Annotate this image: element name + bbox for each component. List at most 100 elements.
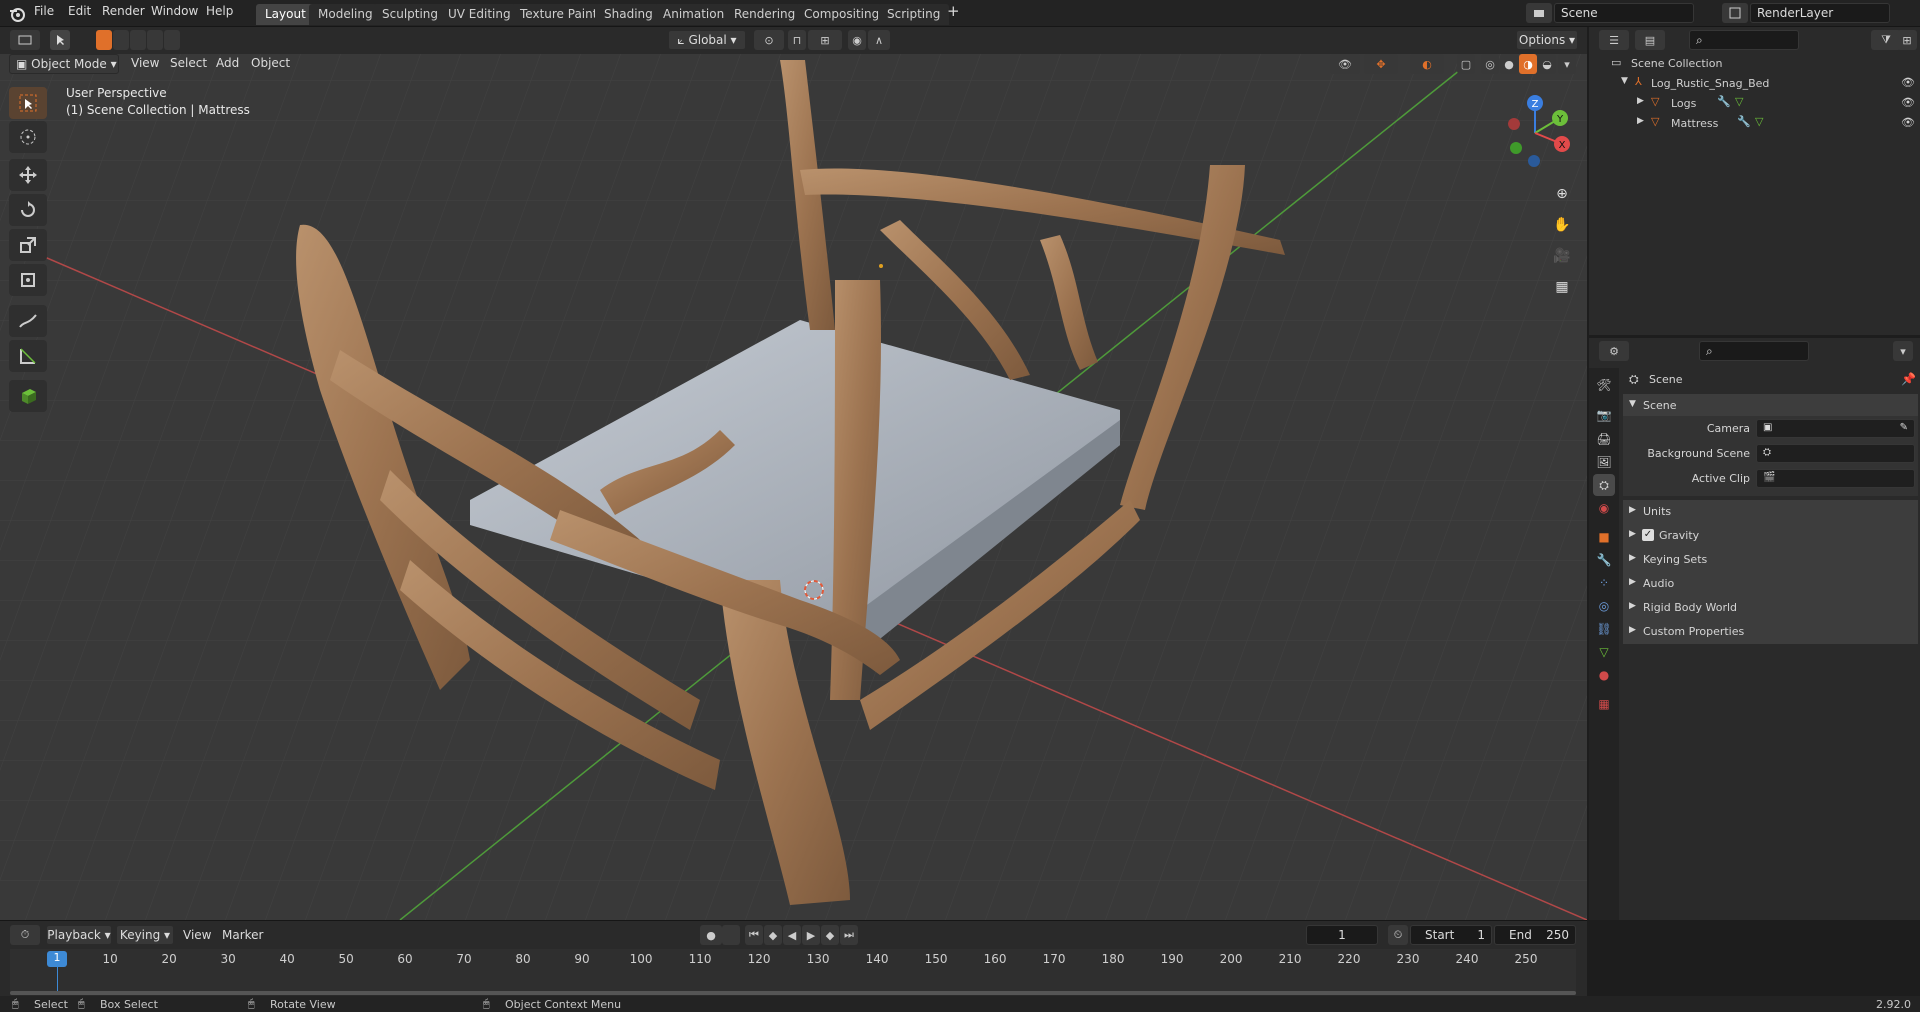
outliner-root[interactable]: ▭ Scene Collection <box>1589 53 1920 73</box>
scene-field[interactable]: Scene <box>1554 3 1694 23</box>
texture-tab-icon[interactable]: ▦ <box>1593 693 1615 715</box>
menu-select[interactable]: Select <box>170 56 207 70</box>
world-tab-icon[interactable]: ◉ <box>1593 497 1615 519</box>
menu-view[interactable]: View <box>131 56 159 70</box>
expand-chevron-icon[interactable]: ▶ <box>1637 116 1644 126</box>
3d-viewport[interactable]: User Perspective (1) Scene Collection | … <box>0 54 1587 920</box>
tab-sculpting[interactable]: Sculpting <box>373 4 448 25</box>
xray-icon[interactable]: ▢ <box>1457 54 1475 74</box>
menu-render[interactable]: Render <box>102 4 145 18</box>
tab-layout[interactable]: Layout <box>256 4 315 25</box>
keying-set-icon[interactable] <box>722 925 740 945</box>
visibility-eye-icon[interactable]: 👁 <box>1901 116 1915 129</box>
tab-modeling[interactable]: Modeling <box>309 4 382 25</box>
select-mode-intersect-icon[interactable] <box>164 30 180 50</box>
blender-logo-icon[interactable] <box>8 5 26 23</box>
outliner-item-logs[interactable]: ▶ ▽ Logs 🔧 ▽ 👁 <box>1589 93 1920 113</box>
tool-move[interactable] <box>9 159 47 191</box>
tool-cursor[interactable] <box>9 121 47 153</box>
menu-file[interactable]: File <box>34 4 54 18</box>
select-mode-extend-icon[interactable] <box>113 30 129 50</box>
current-frame-field[interactable]: 1 <box>1306 925 1378 945</box>
shading-wireframe-icon[interactable]: ◎ <box>1481 54 1499 74</box>
menu-help[interactable]: Help <box>206 4 233 18</box>
outliner-editor-icon[interactable]: ☰ <box>1599 30 1629 50</box>
play-icon[interactable]: ▶ <box>802 925 820 945</box>
snap-icon[interactable]: ⊓ <box>788 30 806 50</box>
select-mode-invert-icon[interactable] <box>147 30 163 50</box>
visibility-eye-icon[interactable]: 👁 <box>1901 76 1915 89</box>
scene-selector-icon[interactable] <box>1526 3 1552 23</box>
tab-animation[interactable]: Animation <box>654 4 734 25</box>
constraints-tab-icon[interactable]: ⛓ <box>1593 618 1615 640</box>
add-workspace-button[interactable]: + <box>947 2 960 20</box>
active-clip-field[interactable]: 🎬 <box>1756 469 1915 488</box>
menu-edit[interactable]: Edit <box>68 4 91 18</box>
tool-select-box[interactable] <box>9 87 47 119</box>
display-mode-icon[interactable]: ▤ <box>1635 30 1665 50</box>
navigation-gizmo[interactable]: Z Y X <box>1490 88 1580 178</box>
timeline-scrollbar[interactable] <box>10 991 1576 995</box>
properties-search-input[interactable]: ⌕ <box>1699 341 1809 361</box>
ortho-grid-icon[interactable]: ▦ <box>1548 273 1576 301</box>
expand-chevron-icon[interactable]: ▼ <box>1621 76 1628 86</box>
tab-uv-editing[interactable]: UV Editing <box>439 4 520 25</box>
select-mode-subtract-icon[interactable] <box>130 30 146 50</box>
render-tab-icon[interactable]: 📷 <box>1593 404 1615 426</box>
properties-editor-icon[interactable]: ⚙ <box>1599 341 1629 361</box>
scene-section[interactable]: ▼ Scene <box>1623 394 1918 416</box>
panel-units[interactable]: ▶ Units <box>1623 500 1918 524</box>
properties-options-icon[interactable]: ▾ <box>1893 341 1913 361</box>
physics-tab-icon[interactable]: ◎ <box>1593 595 1615 617</box>
menu-window[interactable]: Window <box>151 4 198 18</box>
prev-keyframe-icon[interactable]: ◆ <box>764 925 782 945</box>
preview-range-icon[interactable]: ⏲ <box>1388 925 1408 945</box>
tab-scripting[interactable]: Scripting <box>878 4 950 25</box>
render-layer-field[interactable]: RenderLayer <box>1750 3 1890 23</box>
outliner-item-bed[interactable]: ▼ ⅄ Log_Rustic_Snag_Bed 👁 <box>1589 73 1920 93</box>
proportional-edit-icon[interactable]: ◉ <box>848 30 866 50</box>
playhead[interactable]: 1 <box>47 951 67 967</box>
end-frame-field[interactable]: End 250 <box>1494 925 1576 945</box>
select-tool-icon[interactable] <box>50 30 70 50</box>
outliner-search-input[interactable]: ⌕ <box>1689 30 1799 50</box>
tool-tab-icon[interactable]: 🛠 <box>1593 374 1615 396</box>
jump-start-icon[interactable]: ⏮ <box>745 925 763 945</box>
pin-icon[interactable]: 📌 <box>1901 372 1916 386</box>
start-frame-field[interactable]: Start 1 <box>1410 925 1492 945</box>
material-tab-icon[interactable]: ● <box>1593 664 1615 686</box>
shading-material-icon[interactable]: ◑ <box>1519 54 1537 74</box>
tab-texture-paint[interactable]: Texture Paint <box>511 4 607 25</box>
view-layer-tab-icon[interactable]: 🖼 <box>1593 451 1615 473</box>
eyedropper-icon[interactable]: ✎ <box>1900 422 1908 433</box>
modifier-tab-icon[interactable]: 🔧 <box>1593 549 1615 571</box>
editor-type-icon[interactable] <box>10 30 40 50</box>
pan-hand-icon[interactable]: ✋ <box>1548 211 1576 239</box>
playback-dropdown[interactable]: Playback ▾ <box>46 925 112 945</box>
particles-tab-icon[interactable]: ⁘ <box>1593 572 1615 594</box>
scene-tab-icon[interactable]: ⛭ <box>1593 474 1615 496</box>
camera-field[interactable]: ▣ ✎ <box>1756 419 1915 438</box>
tool-transform[interactable] <box>9 264 47 296</box>
timeline-menu-view[interactable]: View <box>183 928 211 942</box>
pivot-point-icon[interactable]: ⊙ <box>754 30 784 50</box>
data-tab-icon[interactable]: ▽ <box>1593 641 1615 663</box>
background-scene-field[interactable]: ⛭ <box>1756 444 1915 463</box>
panel-custom-properties[interactable]: ▶ Custom Properties <box>1623 620 1918 644</box>
visibility-eye-icon[interactable]: 👁 <box>1901 96 1915 109</box>
menu-add[interactable]: Add <box>216 56 239 70</box>
shading-options-icon[interactable]: ▾ <box>1558 54 1576 74</box>
record-icon[interactable]: ● <box>700 925 722 945</box>
tool-rotate[interactable] <box>9 194 47 226</box>
output-tab-icon[interactable]: 🖨 <box>1593 428 1615 450</box>
options-button[interactable]: Options ▾ <box>1516 30 1578 50</box>
tool-add-cube[interactable] <box>9 380 47 412</box>
snap-target-icon[interactable]: ⊞ <box>808 30 842 50</box>
timeline-menu-marker[interactable]: Marker <box>222 928 263 942</box>
tool-scale[interactable] <box>9 229 47 261</box>
panel-audio[interactable]: ▶ Audio <box>1623 572 1918 596</box>
jump-end-icon[interactable]: ⏭ <box>840 925 858 945</box>
new-collection-icon[interactable]: ⊞ <box>1897 30 1917 50</box>
tool-measure[interactable] <box>9 340 47 372</box>
gravity-checkbox[interactable]: ✓ <box>1642 529 1654 541</box>
